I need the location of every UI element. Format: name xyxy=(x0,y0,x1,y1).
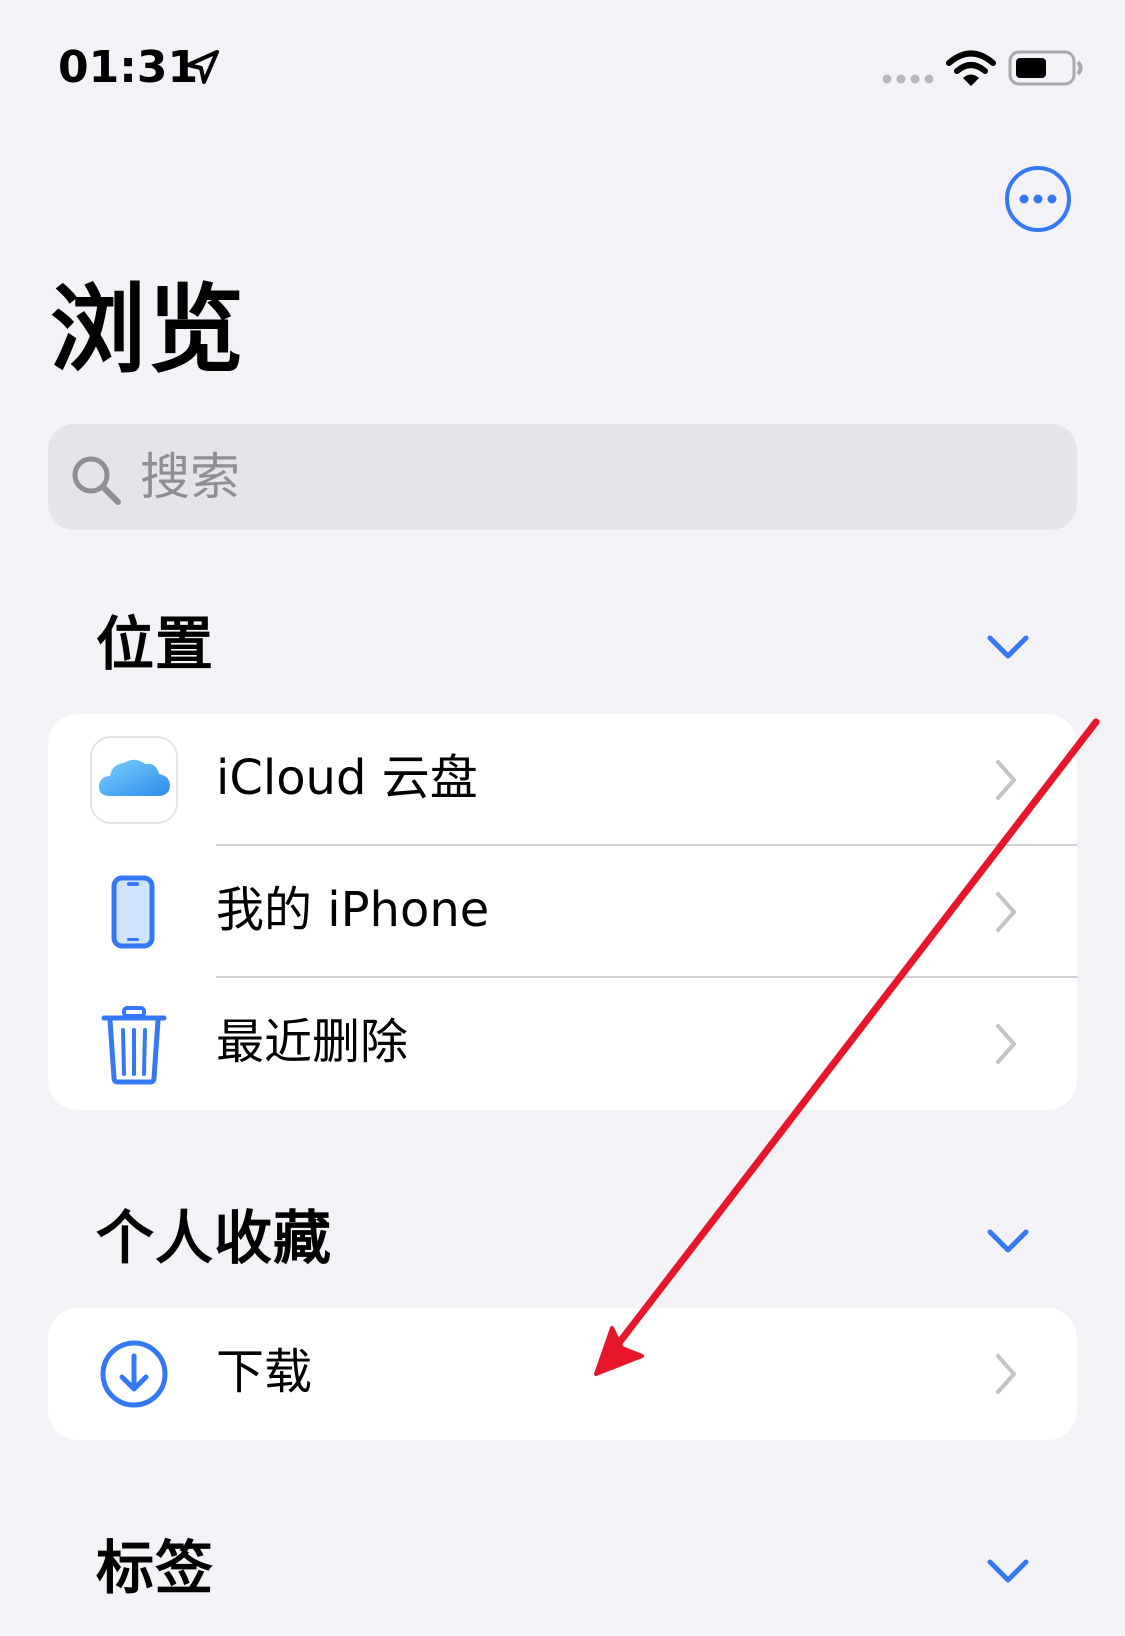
list-item-label: iCloud 云盘 xyxy=(216,750,478,806)
chevron-down-icon[interactable] xyxy=(986,632,1030,662)
search-icon xyxy=(72,456,121,505)
list-item-icloud-drive[interactable]: iCloud 云盘 xyxy=(48,714,1077,846)
battery-icon xyxy=(1008,50,1083,86)
section-header-locations: 位置 xyxy=(96,610,215,678)
icloud-icon xyxy=(90,736,178,824)
more-options-button[interactable] xyxy=(1004,165,1072,233)
section-header-favorites: 个人收藏 xyxy=(96,1204,333,1272)
chevron-down-icon[interactable] xyxy=(986,1556,1030,1586)
chevron-right-icon xyxy=(996,760,1016,800)
list-item-my-iphone[interactable]: 我的 iPhone xyxy=(48,846,1077,978)
status-time: 01:31 xyxy=(58,42,199,93)
download-icon xyxy=(100,1340,168,1408)
wifi-icon xyxy=(946,50,996,86)
iphone-icon xyxy=(111,875,155,949)
status-bar: 01:31 xyxy=(0,0,1125,120)
location-arrow-icon xyxy=(186,50,219,84)
list-item-recently-deleted[interactable]: 最近删除 xyxy=(48,978,1077,1110)
page-title: 浏览 xyxy=(50,274,246,386)
search-placeholder: 搜索 xyxy=(140,448,240,506)
chevron-right-icon xyxy=(996,1354,1016,1394)
list-item-label: 最近删除 xyxy=(216,1014,409,1070)
chevron-right-icon xyxy=(996,1024,1016,1064)
list-item-downloads[interactable]: 下载 xyxy=(48,1308,1077,1440)
chevron-down-icon[interactable] xyxy=(986,1226,1030,1256)
search-input[interactable]: 搜索 xyxy=(48,424,1077,530)
chevron-right-icon xyxy=(996,892,1016,932)
list-item-label: 下载 xyxy=(216,1344,313,1400)
favorites-list: 下载 xyxy=(48,1308,1077,1440)
section-header-tags: 标签 xyxy=(96,1534,215,1602)
signal-dots-icon xyxy=(882,74,934,84)
locations-list: iCloud 云盘 我的 iPhone 最近删除 xyxy=(48,714,1077,1110)
list-item-label: 我的 iPhone xyxy=(216,882,490,938)
trash-icon xyxy=(101,1006,167,1085)
